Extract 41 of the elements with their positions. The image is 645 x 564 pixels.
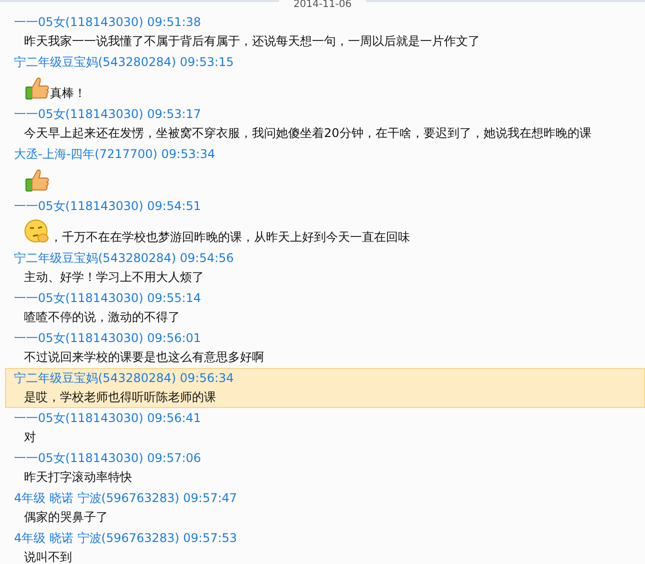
message-text: 今天早上起来还在发愣，坐被窝不穿衣服，我问她傻坐着20分钟，在干啥，要迟到了，她说我在想昨晚的课 xyxy=(24,125,592,142)
message-item[interactable]: 大丞-上海-四年(7217700) 09:53:34 xyxy=(5,144,645,196)
message-text: 主动、好学！学习上不用大人烦了 xyxy=(24,269,204,286)
message-sender: 大丞-上海-四年(7217700) 09:53:34 xyxy=(14,146,216,163)
message-item[interactable]: 一一05女(118143030) 09:56:01 不过说回来学校的课要是也这么有意思多好啊 xyxy=(5,328,645,368)
message-text: 不过说回来学校的课要是也这么有意思多好啊 xyxy=(24,349,264,366)
thumbs-up-icon xyxy=(24,75,50,101)
message-sender: 宁二年级豆宝妈(543280284) 09:54:56 xyxy=(14,250,235,267)
message-sender: 宁二年级豆宝妈(543280284) 09:53:15 xyxy=(14,54,235,71)
emoji-icon xyxy=(24,219,50,245)
message-text: 昨天我家一一说我懂了不属于背后有属于，还说每天想一句，一周以后就是一片作文了 xyxy=(24,33,480,50)
message-item[interactable]: 一一05女(118143030) 09:55:14 喳喳不停的说，激动的不得了 xyxy=(5,288,645,328)
message-item[interactable]: 宁二年级豆宝妈(543280284) 09:53:15 真棒！ xyxy=(5,52,645,104)
message-sender: 一一05女(118143030) 09:51:38 xyxy=(14,14,202,31)
message-text: 昨天打字滚动率特快 xyxy=(24,469,132,486)
message-item[interactable]: 4年级 晓诺 宁波(596763283) 09:57:53 说叫不到 xyxy=(5,528,645,564)
message-sender: 4年级 晓诺 宁波(596763283) 09:57:53 xyxy=(14,530,238,547)
message-text: 偶家的哭鼻子了 xyxy=(24,509,108,526)
message-sender: 宁二年级豆宝妈(543280284) 09:56:34 xyxy=(14,370,235,387)
message-sender: 一一05女(118143030) 09:56:41 xyxy=(14,410,202,427)
message-item[interactable]: 一一05女(118143030) 09:56:41 对 xyxy=(5,408,645,448)
message-item[interactable]: 一一05女(118143030) 09:53:17 今天早上起来还在发愣，坐被窝不穿衣服，我问她傻坐着20分钟，在干啥，要迟到了，她说我在想昨晚的课 xyxy=(5,104,645,144)
message-text: 对 xyxy=(24,429,36,446)
message-item[interactable]: 宁二年级豆宝妈(543280284) 09:56:34 是哎，学校老师也得听听陈老师的课 xyxy=(5,368,645,408)
message-sender: 一一05女(118143030) 09:54:51 xyxy=(14,198,202,215)
message-item[interactable]: 4年级 晓诺 宁波(596763283) 09:57:47 偶家的哭鼻子了 xyxy=(5,488,645,528)
message-sender: 一一05女(118143030) 09:57:06 xyxy=(14,450,202,467)
message-sender: 一一05女(118143030) 09:53:17 xyxy=(14,106,202,123)
message-text: 说叫不到 xyxy=(24,549,72,564)
message-item[interactable]: 宁二年级豆宝妈(543280284) 09:54:56 主动、好学！学习上不用大人烦了 xyxy=(5,248,645,288)
message-item[interactable]: 一一05女(118143030) 09:57:06 昨天打字滚动率特快 xyxy=(5,448,645,488)
message-text: 是哎，学校老师也得听听陈老师的课 xyxy=(24,389,216,406)
message-sender: 一一05女(118143030) 09:56:01 xyxy=(14,330,202,347)
thumbs-up-icon xyxy=(24,167,50,193)
message-sender: 4年级 晓诺 宁波(596763283) 09:57:47 xyxy=(14,490,238,507)
message-text: ，千万不在在学校也梦游回昨晚的课，从昨天上好到今天一直在回味 xyxy=(50,229,410,246)
message-item[interactable]: 一一05女(118143030) 09:54:51 ，千万不在在学校也梦游回昨晚的课，从昨天上好到今天一直在回味 xyxy=(5,196,645,248)
message-text: 喳喳不停的说，激动的不得了 xyxy=(24,309,180,326)
message-sender: 一一05女(118143030) 09:55:14 xyxy=(14,290,202,307)
message-text: 真棒！ xyxy=(50,85,86,102)
message-item[interactable]: 一一05女(118143030) 09:51:38 昨天我家一一说我懂了不属于背后有属于，还说每天想一句，一周以后就是一片作文了 xyxy=(5,12,645,52)
